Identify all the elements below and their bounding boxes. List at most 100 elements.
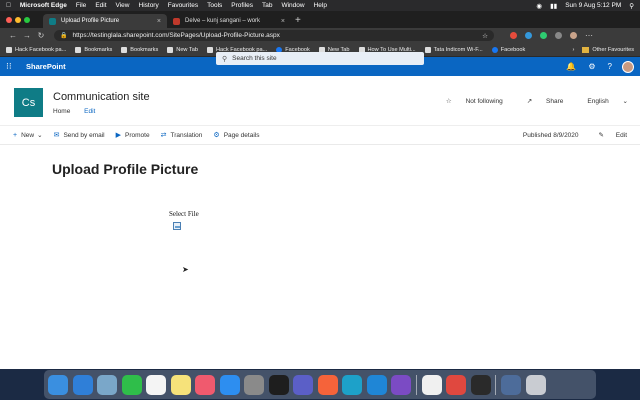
user-avatar[interactable] (622, 60, 634, 73)
extension-icon[interactable] (525, 32, 532, 39)
new-tab-button[interactable]: + (295, 14, 301, 28)
language-dropdown[interactable]: English ⌄ (575, 97, 628, 105)
plus-icon: + (13, 131, 18, 139)
site-logo[interactable]: Cs (14, 88, 43, 117)
appstore-icon[interactable] (219, 374, 240, 395)
page-icon (6, 46, 12, 53)
menu-tab[interactable]: Tab (262, 2, 272, 9)
tab-delve[interactable]: Delve – kunj sangani – work × (167, 14, 291, 28)
menu-favourites[interactable]: Favourites (168, 2, 198, 9)
translation-button[interactable]: ⇄ Translation (161, 131, 203, 140)
settings-gear-icon[interactable]: ⚙ (588, 62, 595, 71)
bookmark-item[interactable]: Bookmarks (75, 46, 112, 53)
calendar-icon[interactable] (146, 374, 166, 395)
page-icon (424, 46, 431, 53)
notifications-icon[interactable]: 🔔 (566, 62, 576, 71)
bookmark-item[interactable]: New Tab (167, 46, 198, 53)
apple-icon[interactable]:  (6, 2, 11, 9)
url-field[interactable]: 🔒 https://testinglala.sharepoint.com/Sit… (54, 30, 494, 41)
screen: { "menubar": { "app": "Microsoft Edge", … (0, 0, 640, 400)
bookmark-label: Hack Facebook pa... (15, 46, 67, 53)
downloads-icon[interactable] (501, 374, 521, 395)
menu-history[interactable]: History (139, 2, 159, 9)
follow-button[interactable]: ☆ Not following (434, 97, 503, 105)
extension-icon[interactable] (540, 32, 547, 39)
system-preferences-icon[interactable] (244, 374, 264, 395)
visual-studio-icon[interactable] (391, 374, 411, 395)
safari-icon[interactable] (72, 374, 93, 395)
more-icon[interactable]: ⋯ (585, 31, 593, 40)
other-favourites[interactable]: › Other Favourites (572, 46, 634, 53)
remote-desktop-icon[interactable] (446, 374, 466, 395)
menubar-app-name[interactable]: Microsoft Edge (20, 2, 67, 9)
facetime-icon[interactable] (121, 374, 142, 395)
teams-icon[interactable] (293, 374, 313, 395)
edit-button[interactable]: ✎ Edit (589, 131, 627, 139)
mail-icon: ✉ (53, 132, 60, 139)
menu-help[interactable]: Help (314, 2, 327, 9)
sharepoint-title[interactable]: SharePoint (26, 62, 66, 71)
favourite-star-icon[interactable]: ☆ (482, 32, 488, 40)
bookmark-label: Bookmarks (130, 46, 159, 53)
page-icon (75, 46, 82, 53)
refresh-icon[interactable]: ↻ (34, 31, 48, 40)
battery-icon[interactable]: ▮▮ (550, 2, 557, 10)
site-search-box[interactable]: ⚲ Search this site (216, 52, 424, 65)
send-by-email-button[interactable]: ✉ Send by email (53, 131, 105, 140)
obs-icon[interactable] (470, 374, 491, 395)
notes-icon[interactable] (170, 374, 191, 395)
close-window-icon[interactable] (6, 16, 12, 23)
chevron-right-icon[interactable]: › (572, 47, 574, 53)
collections-icon[interactable] (555, 32, 562, 39)
nav-home[interactable]: Home (53, 108, 70, 115)
menu-view[interactable]: View (116, 2, 130, 9)
preview-icon[interactable] (97, 374, 117, 395)
menu-file[interactable]: File (76, 2, 86, 9)
help-icon[interactable]: ? (608, 62, 612, 71)
site-name[interactable]: Communication site (53, 91, 150, 103)
forward-icon[interactable]: → (20, 31, 34, 40)
terminal-icon[interactable] (268, 374, 289, 395)
broken-image-icon[interactable] (173, 222, 181, 230)
bookmark-item[interactable]: Tata Indicom Wi-F... (424, 46, 483, 53)
bookmark-label: New Tab (176, 46, 198, 53)
xcode-icon[interactable] (366, 374, 387, 395)
menubar-clock[interactable]: Sun 9 Aug 5:12 PM (565, 2, 621, 9)
nav-edit-link[interactable]: Edit (84, 108, 95, 115)
bookmark-label: Facebook (500, 46, 526, 53)
tab-label: Delve – kunj sangani – work (185, 18, 261, 24)
finder-icon[interactable] (48, 374, 68, 395)
bookmark-item[interactable]: Facebook (491, 46, 526, 53)
other-favourites-label: Other Favourites (592, 46, 634, 53)
spotlight-icon[interactable]: ⚲ (629, 2, 634, 10)
textedit-icon[interactable] (421, 374, 442, 395)
folder-icon (582, 46, 590, 53)
minimize-window-icon[interactable] (15, 16, 21, 23)
promote-button[interactable]: ▶ Promote (116, 131, 150, 140)
zoom-window-icon[interactable] (24, 16, 30, 23)
music-icon[interactable] (195, 374, 215, 395)
bookmark-item[interactable]: Hack Facebook pa... (6, 46, 67, 53)
published-status: Published 8/9/2020 (522, 131, 579, 139)
menu-tools[interactable]: Tools (207, 2, 222, 9)
bookmark-item[interactable]: Bookmarks (121, 46, 159, 53)
extension-icon[interactable] (510, 32, 517, 39)
close-tab-icon[interactable]: × (157, 18, 161, 25)
trash-icon[interactable] (525, 374, 546, 395)
back-icon[interactable]: ← (6, 31, 20, 40)
menu-profiles[interactable]: Profiles (231, 2, 253, 9)
profile-icon[interactable] (570, 32, 577, 39)
swift-icon[interactable] (317, 374, 338, 395)
menu-edit[interactable]: Edit (95, 2, 106, 9)
close-tab-icon[interactable]: × (281, 18, 285, 25)
tab-upload-profile-picture[interactable]: Upload Profile Picture × (43, 14, 167, 28)
share-button[interactable]: ↗ Share (515, 97, 564, 105)
page-details-button[interactable]: ⚙ Page details (213, 131, 259, 140)
new-button[interactable]: + New ⌄ (13, 131, 43, 140)
delve-favicon-icon (173, 17, 180, 25)
select-file-label: Select File (169, 210, 199, 218)
menu-window[interactable]: Window (281, 2, 304, 9)
wifi-icon[interactable]: ◉ (536, 2, 542, 10)
app-launcher-icon[interactable]: ⁝⁝ (6, 61, 20, 72)
edge-icon[interactable] (342, 374, 362, 395)
